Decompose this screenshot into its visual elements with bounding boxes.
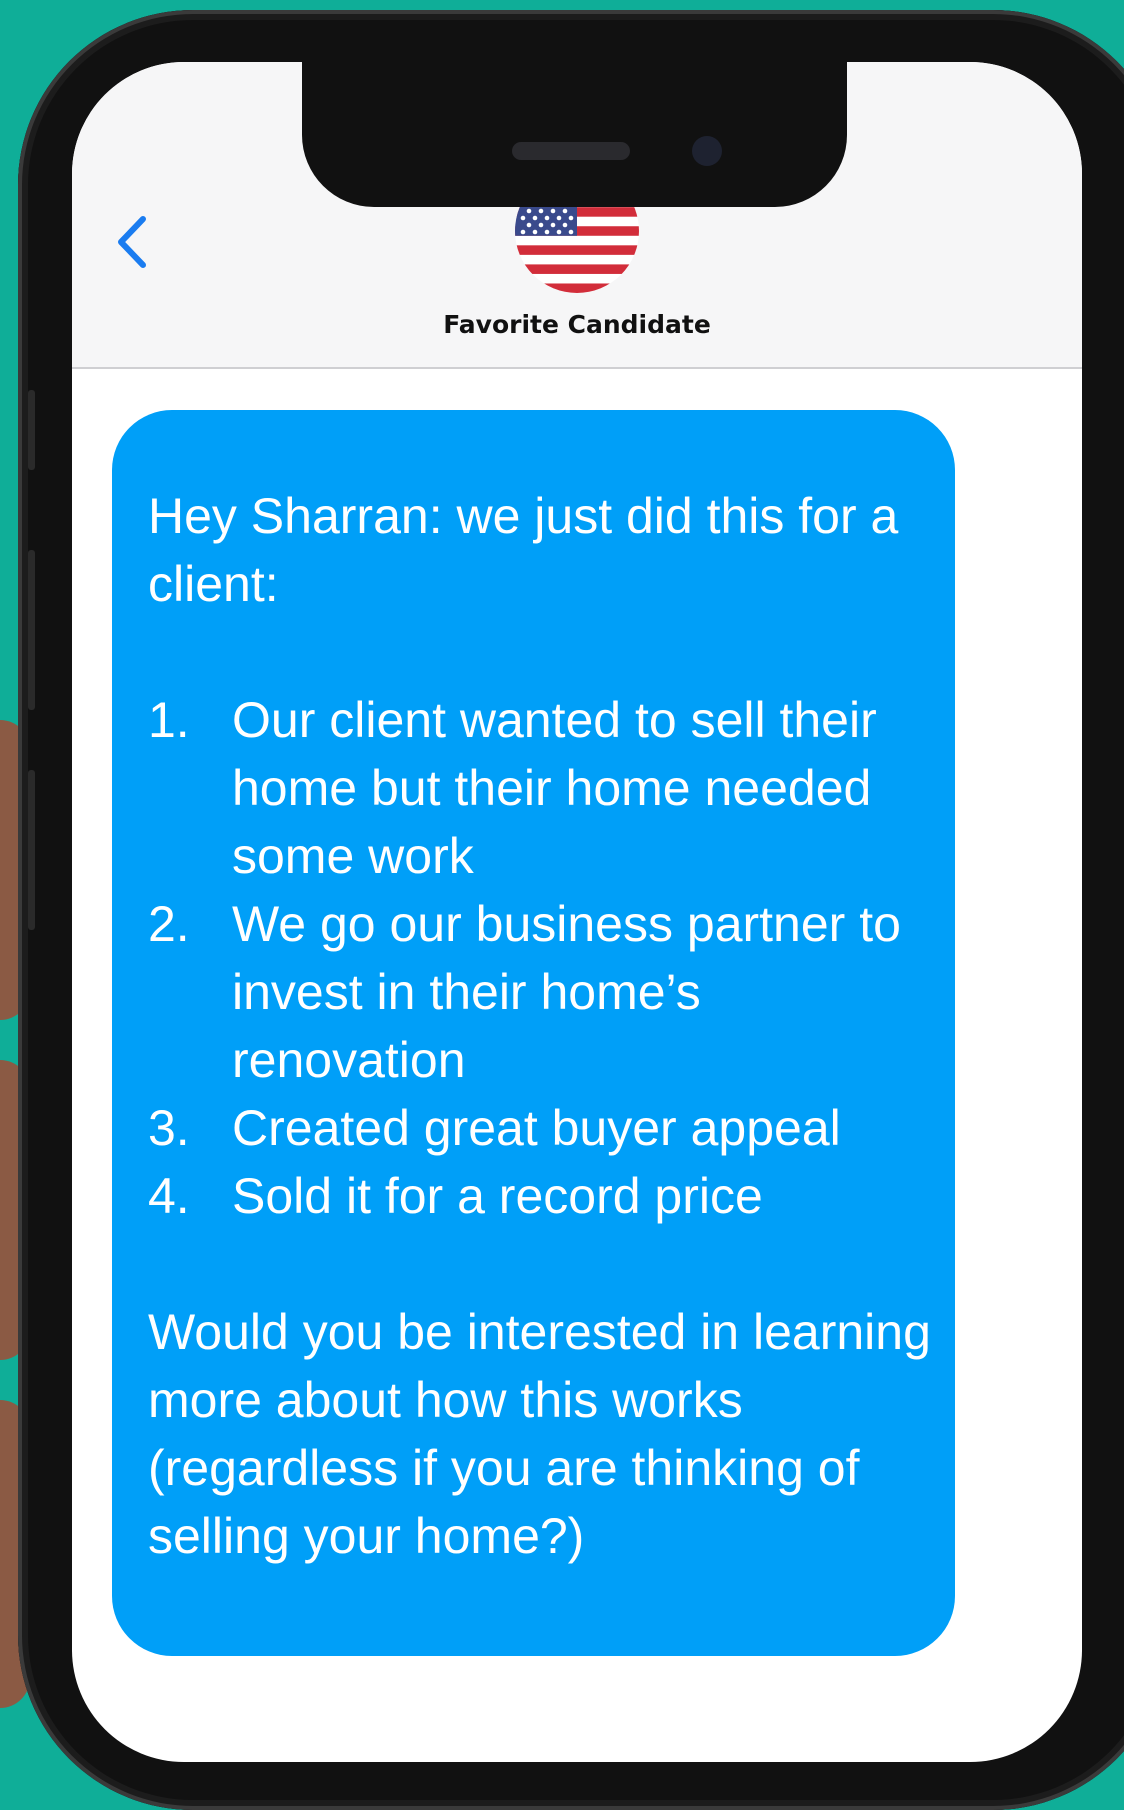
list-item: 1. Our client wanted to sell their home … — [148, 686, 955, 890]
front-camera — [692, 136, 722, 166]
list-item-text: Created great buyer appeal — [232, 1100, 841, 1156]
message-intro: Hey Sharran: we just did this for a clie… — [148, 488, 899, 612]
list-item-number: 2. — [148, 896, 190, 952]
list-item-text: We go our business partner to invest in … — [232, 896, 901, 1088]
volume-up-button — [28, 550, 35, 710]
list-item: 2. We go our business partner to invest … — [148, 890, 955, 1094]
list-item-number: 3. — [148, 1100, 190, 1156]
camera-notch — [302, 62, 847, 207]
list-item: 3. Created great buyer appeal — [148, 1094, 955, 1162]
volume-down-button — [28, 770, 35, 930]
list-item: 4. Sold it for a record price — [148, 1162, 955, 1230]
contact-name[interactable]: Favorite Candidate — [72, 310, 1082, 339]
chevron-left-icon — [118, 216, 146, 268]
mute-switch — [28, 390, 35, 470]
message-list: 1. Our client wanted to sell their home … — [148, 686, 955, 1230]
message-closing: Would you be interested in learning more… — [148, 1304, 931, 1564]
list-item-text: Sold it for a record price — [232, 1168, 763, 1224]
list-item-number: 4. — [148, 1168, 190, 1224]
phone-screen: Favorite Candidate Hey Sharran: we just … — [72, 62, 1082, 1762]
back-button[interactable] — [102, 202, 162, 282]
list-item-text: Our client wanted to sell their home but… — [232, 692, 877, 884]
message-bubble[interactable]: Hey Sharran: we just did this for a clie… — [112, 410, 955, 1656]
list-item-number: 1. — [148, 692, 190, 748]
earpiece-speaker — [512, 142, 630, 160]
